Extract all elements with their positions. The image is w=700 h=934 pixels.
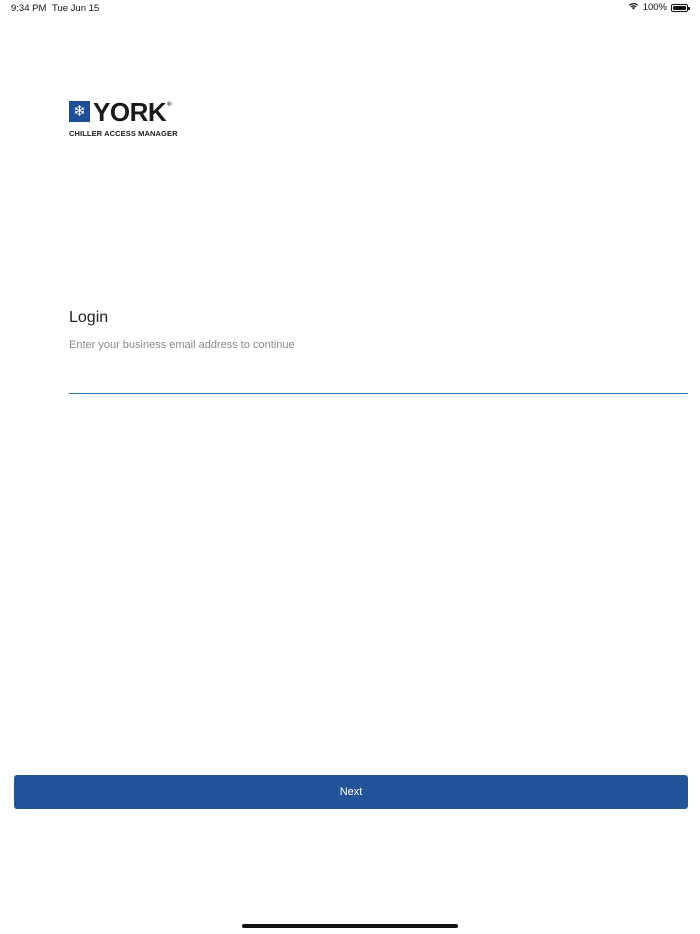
registered-mark: ® <box>167 102 172 108</box>
york-logo: ❄ YORK ® CHILLER ACCESS MANAGER <box>69 97 179 139</box>
snowflake-icon: ❄ <box>69 101 90 122</box>
next-button[interactable]: Next <box>14 775 688 809</box>
home-indicator[interactable] <box>242 924 458 928</box>
status-indicators: 100% <box>628 2 690 13</box>
email-field[interactable] <box>69 368 688 394</box>
battery-icon <box>671 3 690 12</box>
status-bar: 9:34 PM Tue Jun 15 100% <box>0 0 700 18</box>
battery-percent: 100% <box>642 2 667 13</box>
status-date: Tue Jun 15 <box>52 3 100 14</box>
logo-wordmark: YORK <box>93 97 167 127</box>
wifi-icon <box>628 2 639 13</box>
status-time: 9:34 PM <box>11 3 47 14</box>
login-subtitle: Enter your business email address to con… <box>69 339 295 351</box>
login-title: Login <box>69 309 109 326</box>
logo-subtitle: CHILLER ACCESS MANAGER <box>69 129 178 138</box>
